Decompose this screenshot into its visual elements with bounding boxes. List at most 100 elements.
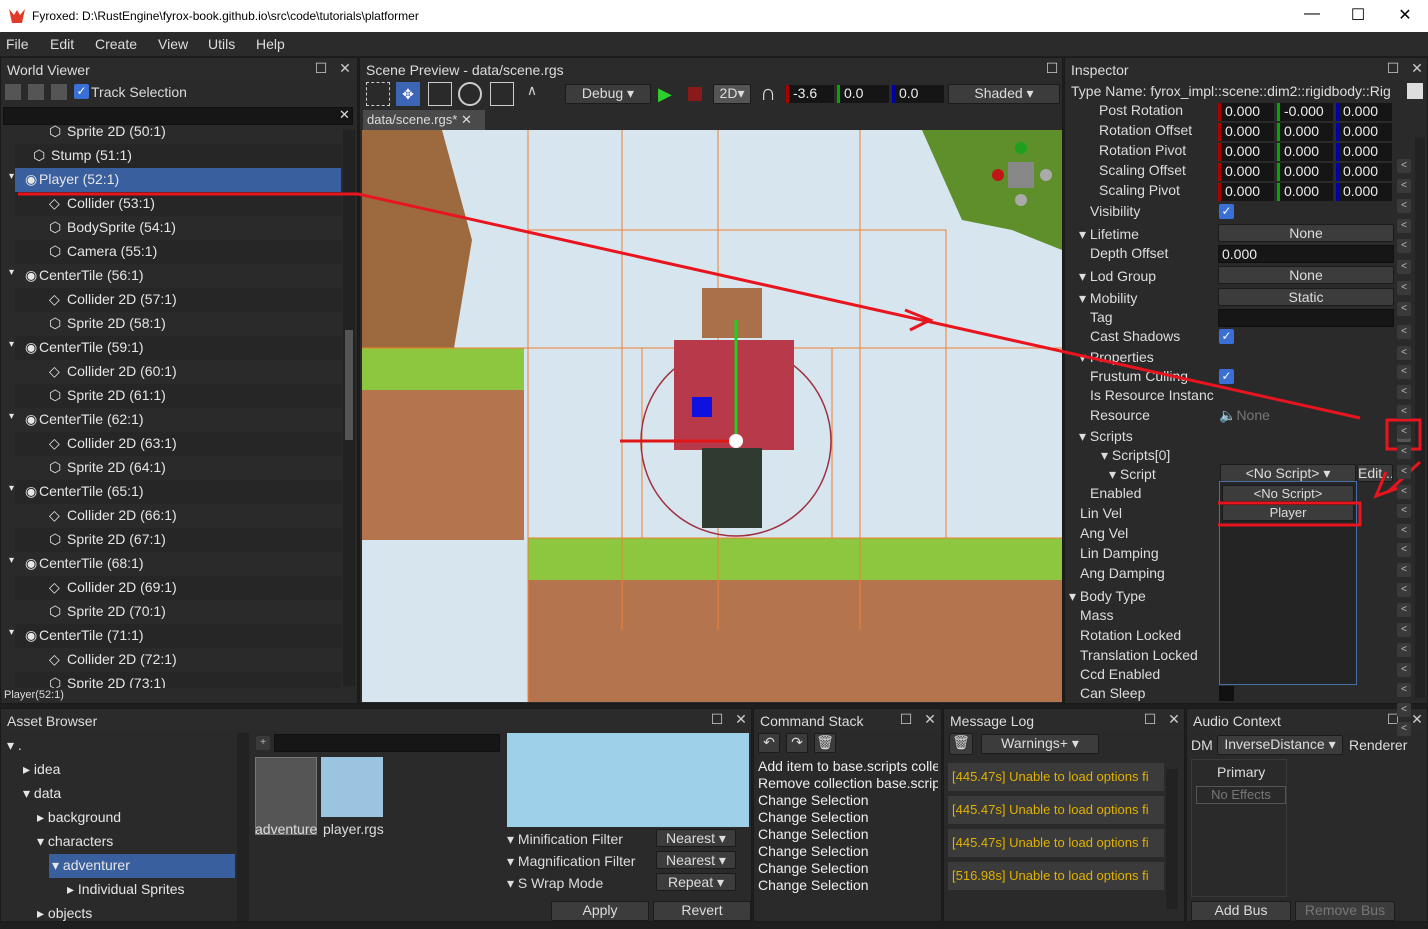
close-panel-icon[interactable]: ✕: [922, 711, 938, 727]
redo-icon[interactable]: ↷: [786, 733, 808, 753]
command-item[interactable]: Add item to base.scripts colle: [758, 758, 938, 774]
revert-property-icon[interactable]: <: [1397, 425, 1411, 439]
revert-property-icon[interactable]: <: [1397, 346, 1411, 360]
revert-property-icon[interactable]: <: [1397, 385, 1411, 399]
command-item[interactable]: Change Selection: [758, 826, 938, 842]
vector-component-field[interactable]: 0.000: [1218, 163, 1274, 181]
revert-property-icon[interactable]: <: [1397, 465, 1411, 479]
undo-icon[interactable]: ↶: [758, 733, 780, 753]
revert-property-icon[interactable]: <: [1397, 281, 1411, 295]
vector-component-field[interactable]: -0.000: [1277, 103, 1333, 121]
revert-property-icon[interactable]: <: [1397, 683, 1411, 697]
close-panel-icon[interactable]: ✕: [1409, 711, 1425, 727]
add-bus-button[interactable]: Add Bus: [1191, 901, 1291, 921]
log-scrollbar[interactable]: [1166, 769, 1178, 909]
minification-filter-dropdown[interactable]: Nearest ▾: [656, 829, 736, 847]
asset-adventure-label: adventure: [255, 821, 318, 837]
vector-component-field[interactable]: 0.000: [1336, 143, 1392, 161]
asset-tree-individual-sprites[interactable]: ▸ Individual Sprites: [67, 881, 185, 905]
asset-tree-adventurer[interactable]: ▾ adventurer: [49, 854, 235, 878]
maximize-panel-icon[interactable]: ☐: [1142, 711, 1158, 727]
close-panel-icon[interactable]: ✕: [733, 711, 749, 727]
log-message[interactable]: [445.47s] Unable to load options fi: [948, 829, 1164, 857]
prop-value: Repeat: [667, 874, 714, 890]
close-panel-icon[interactable]: ✕: [1166, 711, 1182, 727]
revert-property-icon[interactable]: <: [1397, 219, 1411, 233]
log-message[interactable]: [516.98s] Unable to load options fi: [948, 862, 1164, 890]
asset-player-thumb[interactable]: [321, 757, 383, 817]
s-wrap-mode-dropdown[interactable]: Repeat ▾: [656, 873, 736, 891]
vector-row-label: Scaling Offset: [1099, 162, 1186, 178]
revert-property-icon[interactable]: <: [1397, 603, 1411, 617]
command-item[interactable]: Change Selection: [758, 792, 938, 808]
revert-button[interactable]: Revert: [653, 901, 751, 921]
vector-component-field[interactable]: 0.000: [1218, 183, 1274, 201]
distance-model-dropdown[interactable]: InverseDistance ▾: [1217, 735, 1343, 755]
vector-component-field[interactable]: 0.000: [1336, 123, 1392, 141]
vector-row-label: Post Rotation: [1099, 102, 1184, 118]
revert-property-icon[interactable]: <: [1397, 199, 1411, 213]
vector-component-field[interactable]: 0.000: [1336, 163, 1392, 181]
revert-property-icon[interactable]: <: [1397, 643, 1411, 657]
maximize-panel-icon[interactable]: ☐: [709, 711, 725, 727]
maximize-panel-icon[interactable]: ☐: [898, 711, 914, 727]
revert-property-icon[interactable]: <: [1397, 623, 1411, 637]
revert-property-icon[interactable]: <: [1397, 583, 1411, 597]
clear-log-icon[interactable]: 🗑: [949, 733, 973, 755]
asset-tree-root[interactable]: ▾ .: [7, 737, 22, 761]
vector-component-field[interactable]: 0.000: [1277, 183, 1333, 201]
asset-tree-idea[interactable]: ▸ idea: [23, 761, 60, 785]
vector-component-field[interactable]: 0.000: [1218, 143, 1274, 161]
vector-component-field[interactable]: 0.000: [1218, 103, 1274, 121]
vector-row-label: Scaling Pivot: [1099, 182, 1180, 198]
asset-tree-objects[interactable]: ▸ objects: [37, 905, 92, 929]
log-message[interactable]: [445.47s] Unable to load options fi: [948, 763, 1164, 791]
vector-component-field[interactable]: 0.000: [1336, 103, 1392, 121]
asset-tree-scrollbar[interactable]: [237, 733, 249, 921]
distance-model-value: InverseDistance: [1224, 736, 1325, 752]
add-folder-button[interactable]: +: [256, 736, 270, 750]
clear-commands-icon[interactable]: 🗑: [814, 733, 836, 753]
vector-component-field[interactable]: 0.000: [1277, 143, 1333, 161]
revert-property-icon[interactable]: <: [1397, 179, 1411, 193]
revert-property-icon[interactable]: <: [1397, 485, 1411, 499]
asset-search-input[interactable]: [274, 734, 500, 752]
tree-item-label: data: [33, 785, 62, 801]
revert-property-icon[interactable]: <: [1397, 365, 1411, 379]
magnification-filter-dropdown[interactable]: Nearest ▾: [656, 851, 736, 869]
revert-property-icon[interactable]: <: [1397, 563, 1411, 577]
revert-property-icon[interactable]: <: [1397, 524, 1411, 538]
command-item[interactable]: Remove collection base.scrip: [758, 775, 938, 791]
vector-component-field[interactable]: 0.000: [1277, 123, 1333, 141]
revert-property-icon[interactable]: <: [1397, 543, 1411, 557]
primary-bus[interactable]: Primary No Effects: [1191, 759, 1287, 897]
revert-property-icon[interactable]: <: [1397, 663, 1411, 677]
remove-bus-button[interactable]: Remove Bus: [1295, 901, 1395, 921]
revert-property-icon[interactable]: <: [1397, 325, 1411, 339]
revert-property-icon[interactable]: <: [1397, 260, 1411, 274]
revert-property-icon[interactable]: <: [1397, 302, 1411, 316]
vector-component-field[interactable]: 0.000: [1277, 163, 1333, 181]
tree-item-label: background: [47, 809, 122, 825]
asset-tree-data[interactable]: ▾ data: [23, 785, 61, 809]
command-item[interactable]: Change Selection: [758, 877, 938, 893]
revert-property-icon[interactable]: <: [1397, 239, 1411, 253]
revert-property-icon[interactable]: <: [1397, 445, 1411, 459]
revert-property-icon[interactable]: <: [1397, 703, 1411, 717]
apply-button[interactable]: Apply: [551, 901, 649, 921]
log-filter-dropdown[interactable]: Warnings+ ▾: [981, 734, 1099, 754]
revert-property-icon[interactable]: <: [1397, 405, 1411, 419]
command-item[interactable]: Change Selection: [758, 860, 938, 876]
revert-property-icon[interactable]: <: [1397, 504, 1411, 518]
revert-property-icon[interactable]: <: [1397, 159, 1411, 173]
log-message[interactable]: [445.47s] Unable to load options fi: [948, 796, 1164, 824]
dm-label: DM: [1191, 737, 1213, 753]
command-item[interactable]: Change Selection: [758, 843, 938, 859]
audio-context-panel: Audio Context ☐ ✕ DM InverseDistance ▾ R…: [1186, 708, 1428, 922]
revert-property-icon[interactable]: <: [1397, 722, 1411, 736]
asset-tree-background[interactable]: ▸ background: [37, 809, 121, 833]
prop-value: Nearest: [666, 852, 716, 868]
vector-component-field[interactable]: 0.000: [1336, 183, 1392, 201]
vector-component-field[interactable]: 0.000: [1218, 123, 1274, 141]
command-item[interactable]: Change Selection: [758, 809, 938, 825]
